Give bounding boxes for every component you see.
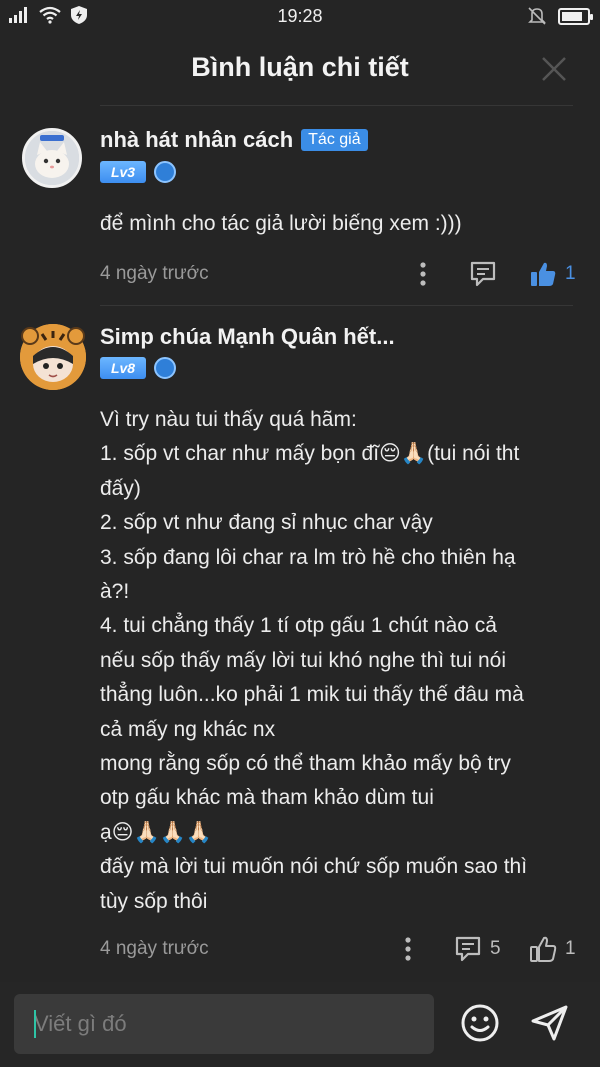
comment-line: à?!: [100, 580, 130, 604]
like-count: 1: [565, 263, 576, 284]
bell-muted-icon: [528, 7, 546, 25]
status-time: 19:28: [277, 6, 323, 26]
comment-line: tùy sốp thôi: [100, 889, 208, 913]
like-button[interactable]: 1: [529, 935, 576, 963]
comment-line: cả mấy ng khác nx: [100, 717, 276, 741]
level-badge: Lv3: [100, 161, 146, 183]
comment-line: 2. sốp vt như đang sỉ nhục char vậy: [100, 511, 433, 535]
like-count: 1: [565, 938, 576, 959]
reply-button[interactable]: 5: [454, 935, 501, 963]
comment-text: để mình cho tác giả lười biếng xem :))): [100, 212, 462, 235]
emoji-icon[interactable]: [460, 1003, 500, 1043]
avatar[interactable]: [22, 128, 82, 188]
more-icon[interactable]: [418, 261, 428, 287]
status-bar: 19:28: [0, 0, 600, 32]
like-button[interactable]: 1: [529, 260, 576, 288]
comment-line: nếu sốp thấy mấy lời tui khó nghe thì tu…: [100, 648, 507, 672]
comment-icon: [455, 936, 481, 962]
medal-icon: [154, 161, 176, 183]
page-title: Bình luận chi tiết: [191, 52, 409, 82]
comment-line: 4. tui chẳng thấy 1 tí otp gấu 1 chút nà…: [100, 614, 497, 638]
author-name[interactable]: nhà hát nhân cách Tác giả: [100, 127, 368, 153]
battery-icon: [558, 7, 593, 25]
author-badge: Tác giả: [301, 129, 368, 151]
text-caret: [34, 1010, 36, 1038]
medal-icon: [154, 357, 176, 379]
comment-line: 3. sốp đang lôi char ra lm trò hề cho th…: [100, 545, 516, 569]
author-name[interactable]: Simp chúa Mạnh Quân hết...: [100, 324, 395, 350]
comment-line: thẳng luôn...ko phải 1 mik tui thấy thế …: [100, 683, 524, 707]
comment-line: 1. sốp vt char như mấy bọn đĩ😔🙏🏻(tui nói…: [100, 442, 520, 466]
close-icon[interactable]: [540, 55, 568, 83]
input-placeholder: Viết gì đó: [34, 1011, 127, 1036]
tiger-hood-avatar-icon: [20, 324, 86, 390]
send-icon[interactable]: [530, 1003, 570, 1043]
comment-input[interactable]: Viết gì đó: [14, 994, 434, 1054]
comment-input-bar: Viết gì đó: [0, 982, 600, 1067]
comment-time: 4 ngày trước: [100, 938, 209, 959]
divider: [100, 105, 573, 106]
thumbs-up-filled-icon: [531, 262, 556, 286]
comment-text: Vì try nàu tui thấy quá hãm: 1. sốp vt ch…: [100, 403, 580, 919]
comment-line: otp gấu khác mà tham khảo dùm tui: [100, 786, 434, 810]
comment-icon: [470, 261, 496, 287]
divider: [100, 305, 573, 306]
more-icon[interactable]: [403, 936, 413, 962]
cat-avatar-icon: [25, 131, 79, 185]
level-badge: Lv8: [100, 357, 146, 379]
comment-line: Vì try nàu tui thấy quá hãm:: [100, 408, 357, 431]
comment-line: mong rằng sốp có thể tham khảo mấy bộ tr…: [100, 752, 511, 776]
comment-line: ạ😔🙏🏻🙏🏻🙏🏻: [100, 820, 213, 844]
reply-button[interactable]: [469, 260, 497, 288]
avatar[interactable]: [20, 324, 86, 390]
comment-line: đấy mà lời tui muốn nói chứ sốp muốn sao…: [100, 855, 528, 879]
header: Bình luận chi tiết: [0, 32, 600, 104]
thumbs-up-icon: [530, 936, 557, 962]
comment-time: 4 ngày trước: [100, 263, 209, 284]
reply-count: 5: [490, 938, 501, 959]
comment-line: đấy): [100, 476, 141, 500]
